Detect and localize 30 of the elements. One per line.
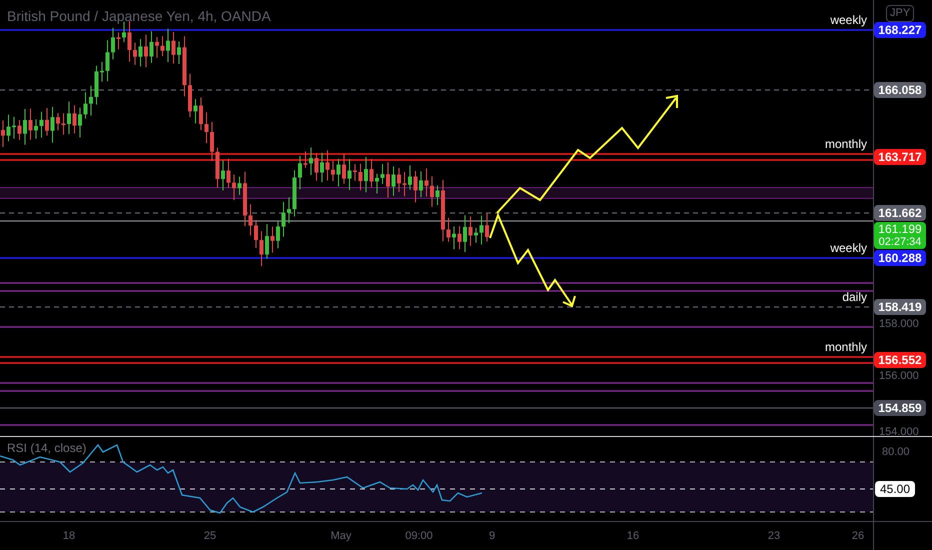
price-tag: 166.058 xyxy=(874,82,926,98)
price-tag: 156.552 xyxy=(874,352,926,368)
time-axis-label: 9 xyxy=(488,529,496,544)
price-tag: 161.662 xyxy=(874,205,926,221)
time-axis-label: 25 xyxy=(204,529,216,544)
time-axis-label: 26 xyxy=(852,529,864,544)
price-axis-label: 154.000 xyxy=(879,426,919,438)
time-axis-label: 18 xyxy=(62,529,76,544)
rsi-title: RSI (14, close) xyxy=(7,441,86,455)
bar-countdown: 02:27:34 xyxy=(878,236,922,248)
time-axis-label: 09:00 xyxy=(405,529,433,544)
level-label: weekly xyxy=(830,241,867,255)
price-tag: 163.717 xyxy=(874,149,926,165)
price-axis-label: 156.000 xyxy=(879,370,919,382)
price-tag: 158.419 xyxy=(874,299,926,315)
level-label: weekly xyxy=(830,13,867,27)
chart-title: British Pound / Japanese Yen, 4h, OANDA xyxy=(7,7,271,26)
price-tag: 154.859 xyxy=(874,400,926,416)
time-axis-label: May xyxy=(330,529,352,544)
level-label: monthly xyxy=(824,340,867,354)
price-tag: 160.288 xyxy=(874,250,926,266)
current-price: 161.199 xyxy=(878,223,922,236)
time-axis-label: 16 xyxy=(626,529,640,544)
level-label: daily xyxy=(842,290,867,304)
time-axis-label: 23 xyxy=(768,529,780,544)
level-label: monthly xyxy=(824,137,867,151)
rsi-value-tag: 45.00 xyxy=(875,481,915,497)
price-axis-label: 158.000 xyxy=(879,318,919,330)
price-tag: 168.227 xyxy=(874,22,926,38)
rsi-axis-label: 80.00 xyxy=(882,445,910,460)
